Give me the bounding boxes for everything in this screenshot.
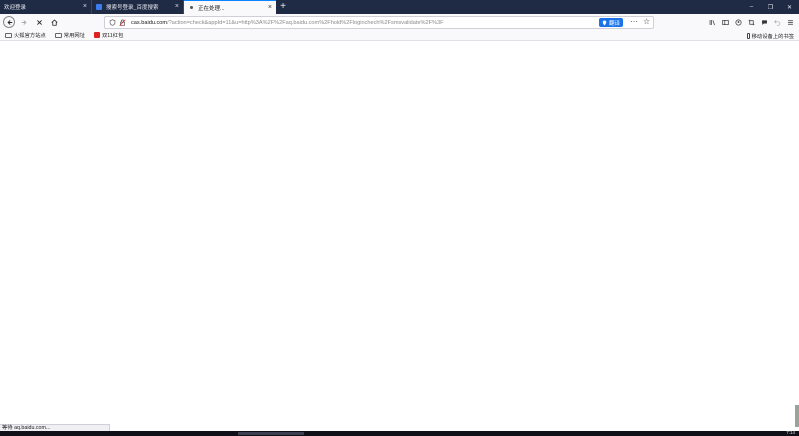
hamburger-menu-icon[interactable] — [784, 16, 797, 29]
address-bar[interactable]: cas.baidu.com/?action=check&appId=11&u=h… — [104, 16, 654, 29]
tab-label: 正在处理... — [198, 5, 225, 12]
stop-button[interactable] — [33, 16, 45, 28]
screenshot-crop-icon[interactable] — [745, 16, 758, 29]
translate-pin-icon — [602, 20, 607, 25]
account-icon[interactable] — [732, 16, 745, 29]
mobile-device-icon — [746, 33, 750, 39]
taskbar: 7:14 — [0, 430, 799, 436]
status-bar: 等待 aq.baidu.com... — [0, 424, 110, 431]
bookmark-firefox-official[interactable]: 火狐官方站点 — [5, 31, 46, 39]
minimize-button[interactable]: – — [742, 0, 761, 14]
chat-icon-svg — [762, 19, 767, 25]
navigation-bar: cas.baidu.com/?action=check&appId=11&u=h… — [0, 14, 799, 30]
bookmark-common-sites[interactable]: 常用网址 — [54, 31, 85, 39]
stop-icon — [36, 19, 42, 25]
url-path: /?action=check&appId=11&u=http%3A%2F%2Fa… — [167, 19, 444, 26]
toolbar-right — [706, 14, 799, 30]
insecure-lock-icon[interactable] — [119, 19, 126, 26]
crop-icon-svg — [748, 19, 755, 25]
tab-welcome-login[interactable]: 欢迎登录 × — [0, 0, 92, 14]
page-content — [0, 41, 799, 430]
baidu-favicon-icon — [96, 4, 102, 10]
loading-icon — [190, 6, 193, 9]
library-icon[interactable] — [706, 16, 719, 29]
menu-icon-svg — [788, 19, 793, 25]
mobile-bookmarks[interactable]: 移动设备上的书签 — [746, 32, 794, 40]
page-actions-menu-button[interactable]: ··· — [630, 17, 638, 26]
chat-icon[interactable] — [758, 16, 771, 29]
library-icon-svg — [709, 19, 715, 25]
home-button[interactable] — [48, 16, 60, 28]
arrow-left-icon — [6, 19, 12, 25]
undo-icon[interactable] — [771, 16, 784, 29]
translate-label: 翻译 — [608, 20, 620, 27]
account-icon-svg — [735, 18, 742, 26]
url-host: cas.baidu.com — [131, 19, 168, 26]
new-tab-button[interactable]: + — [276, 0, 290, 14]
arrow-right-icon — [21, 19, 27, 25]
close-icon[interactable]: × — [83, 3, 87, 10]
bookmark-label: 火狐官方站点 — [14, 33, 46, 39]
tab-processing[interactable]: 正在处理... × — [184, 0, 276, 14]
close-icon[interactable]: × — [268, 4, 272, 11]
url-text[interactable]: cas.baidu.com/?action=check&appId=11&u=h… — [131, 20, 593, 26]
tab-baidu-search[interactable]: 搜索号登录_百度搜索 × — [92, 0, 184, 14]
bookmarks-bar: 火狐官方站点 常用网址 双11红包 移动设备上的书签 — [0, 30, 799, 41]
bookmark-label: 常用网址 — [63, 33, 85, 39]
restore-button[interactable]: ❐ — [761, 0, 780, 14]
tab-label: 搜索号登录_百度搜索 — [106, 5, 159, 11]
translate-button[interactable]: 翻译 — [599, 18, 623, 27]
edge-widget — [795, 405, 799, 427]
bookmark-label: 双11红包 — [102, 33, 124, 39]
taskbar-app-item[interactable] — [238, 432, 304, 435]
close-window-button[interactable]: ✕ — [780, 0, 799, 14]
tab-strip: 欢迎登录 × 搜索号登录_百度搜索 × 正在处理... × + – ❐ ✕ — [0, 0, 799, 14]
forward-button[interactable] — [18, 16, 30, 28]
bookmark-double11[interactable]: 双11红包 — [94, 31, 123, 39]
tab-label: 欢迎登录 — [4, 5, 27, 11]
back-button[interactable] — [3, 16, 15, 28]
folder-icon — [5, 32, 12, 38]
folder-icon — [54, 32, 62, 38]
sidebar-icon-svg — [722, 19, 729, 25]
home-icon — [50, 19, 58, 26]
undo-icon-svg — [774, 19, 781, 26]
window-controls: – ❐ ✕ — [742, 0, 799, 14]
shield-icon[interactable] — [109, 19, 116, 26]
sidebar-icon[interactable] — [719, 16, 732, 29]
close-icon[interactable]: × — [175, 3, 179, 10]
mobile-bookmarks-label: 移动设备上的书签 — [751, 34, 794, 40]
red-envelope-icon — [94, 32, 100, 38]
bookmark-star-button[interactable]: ☆ — [643, 17, 650, 26]
taskbar-clock: 7:14 — [786, 430, 795, 435]
